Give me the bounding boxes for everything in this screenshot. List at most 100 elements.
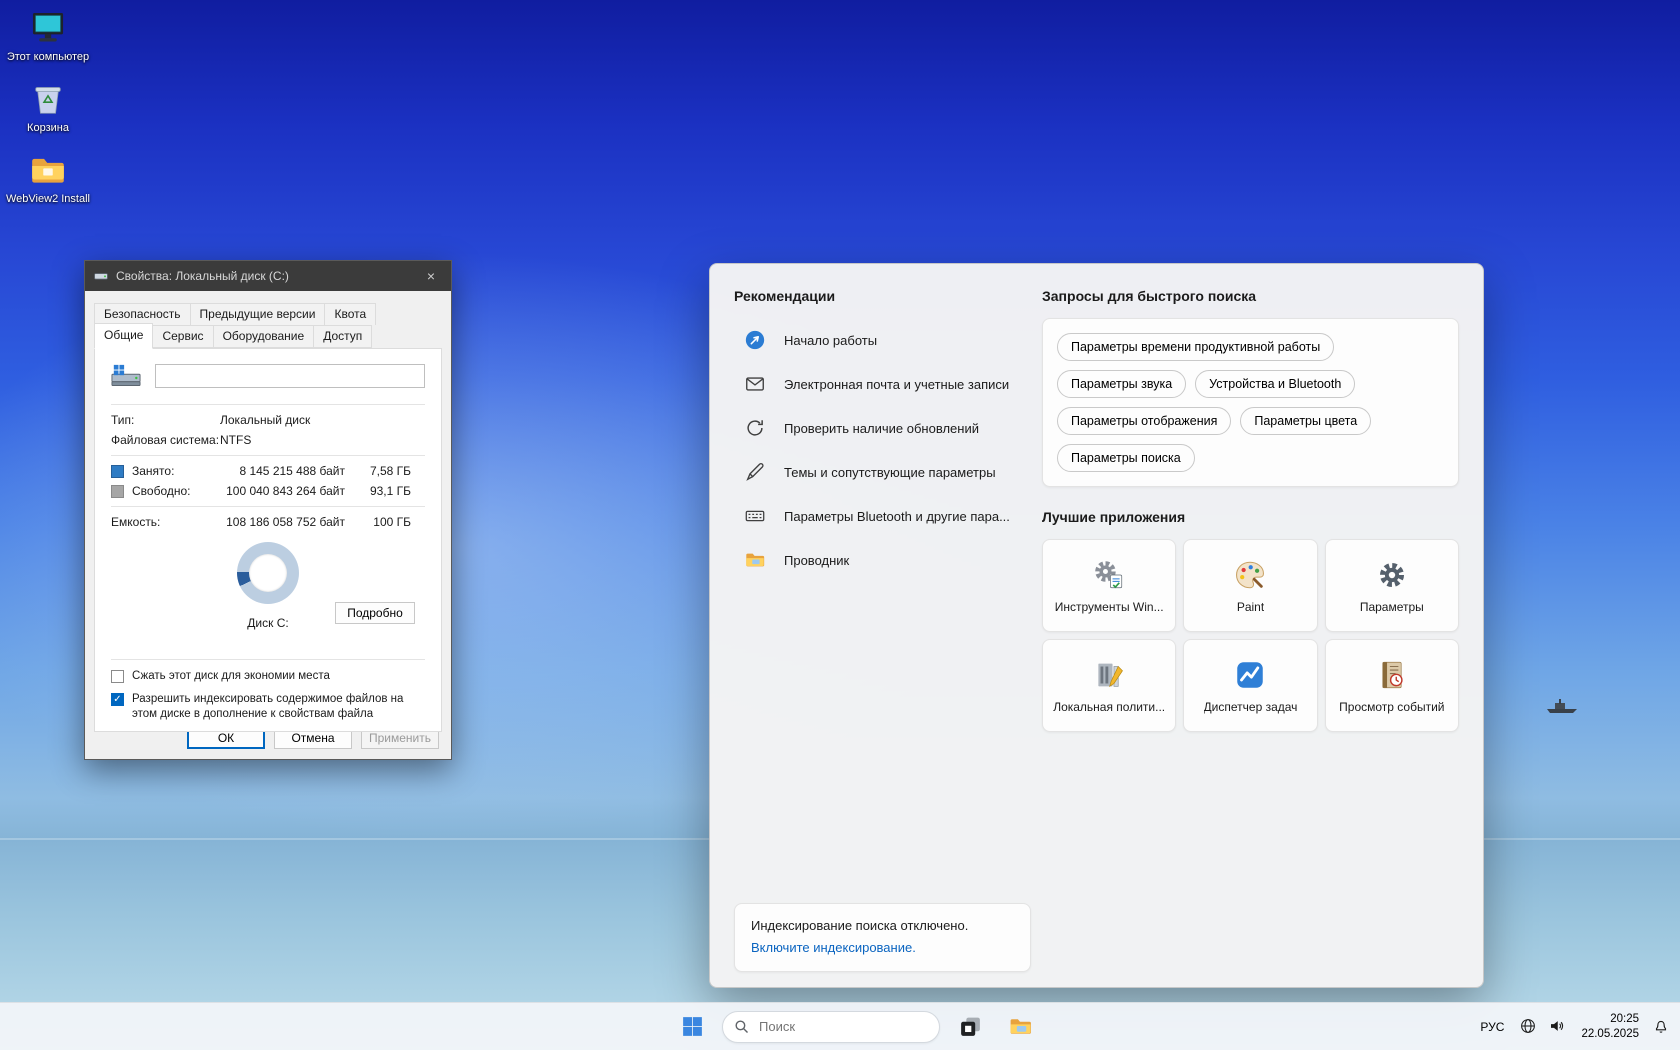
disk-properties-dialog: Свойства: Локальный диск (C:) × Безопасн… [84,260,452,760]
free-bytes: 100 040 843 264 байт [220,484,345,498]
rec-item-check-updates[interactable]: Проверить наличие обновлений [734,406,1030,450]
mail-icon [744,373,766,395]
explorer-icon [744,549,766,571]
compress-checkbox[interactable] [111,670,124,683]
volume-icon[interactable] [1548,1017,1568,1037]
tab-general[interactable]: Общие [94,323,153,349]
quick-search-pill[interactable]: Параметры отображения [1057,407,1231,435]
devices-icon [744,505,766,527]
rec-item-themes[interactable]: Темы и сопутствующие параметры [734,450,1030,494]
dialog-titlebar[interactable]: Свойства: Локальный диск (C:) × [85,261,451,291]
rec-item-label: Темы и сопутствующие параметры [784,465,996,480]
details-button[interactable]: Подробно [335,602,415,624]
notification-bell-icon[interactable] [1652,1017,1672,1037]
app-label: Инструменты Win... [1055,600,1164,614]
top-apps-grid: Инструменты Win... Paint Параметры [1042,539,1459,732]
tab-security[interactable]: Безопасность [94,303,191,325]
rec-item-getting-started[interactable]: Начало работы [734,318,1030,362]
desktop-icon-label: WebView2 Install [6,193,90,207]
getting-started-icon [744,329,766,351]
separator [111,506,425,507]
app-label: Paint [1237,600,1264,614]
rec-item-explorer[interactable]: Проводник [734,538,1030,582]
enable-indexing-link[interactable]: Включите индексирование. [751,940,916,955]
index-checkbox[interactable] [111,693,124,706]
desktop-icons: Этот компьютер Корзина WebView2 Install [6,8,90,206]
drive-icon [93,268,109,284]
app-local-policy[interactable]: Локальная полити... [1042,639,1176,732]
desktop-icon-this-pc[interactable]: Этот компьютер [6,8,90,65]
rec-item-label: Проверить наличие обновлений [784,421,979,436]
app-label: Просмотр событий [1339,700,1444,714]
tab-previous-versions[interactable]: Предыдущие версии [190,303,326,325]
volume-label-input[interactable] [155,364,425,388]
language-indicator[interactable]: РУС [1474,1016,1510,1038]
app-task-manager[interactable]: Диспетчер задач [1183,639,1317,732]
search-icon [733,1018,750,1035]
themes-icon [744,461,766,483]
desktop-icon-webview2[interactable]: WebView2 Install [6,150,90,207]
file-explorer-button[interactable] [1000,1007,1040,1047]
separator [111,404,425,405]
filesystem-label: Файловая система: [111,433,220,447]
rec-item-bluetooth-devices[interactable]: Параметры Bluetooth и другие пара... [734,494,1030,538]
compress-disk-option[interactable]: Сжать этот диск для экономии места [111,665,425,688]
taskbar-tray: РУС 20:25 22.05.2025 [1474,1010,1672,1044]
taskbar-center-group [672,1007,1040,1047]
windows-logo-icon [680,1014,705,1039]
volume-drive-icon [111,363,141,389]
index-contents-option[interactable]: Разрешить индексировать содержимое файло… [111,688,425,726]
desktop-icon-label: Корзина [27,122,69,136]
clock[interactable]: 20:25 22.05.2025 [1577,1010,1643,1044]
rec-item-email-accounts[interactable]: Электронная почта и учетные записи [734,362,1030,406]
network-icon[interactable] [1519,1017,1539,1037]
task-view-button[interactable] [950,1007,990,1047]
recycle-bin-icon [27,79,69,119]
windows-tools-icon [1092,558,1126,592]
free-legend-swatch [111,485,124,498]
update-icon [744,417,766,439]
taskbar: РУС 20:25 22.05.2025 [0,1002,1680,1050]
quick-search-pill[interactable]: Устройства и Bluetooth [1195,370,1355,398]
tab-strip: Безопасность Предыдущие версии Квота Общ… [85,291,451,348]
tab-hardware[interactable]: Оборудование [213,325,315,348]
type-label: Тип: [111,413,220,427]
tab-sharing[interactable]: Доступ [313,325,372,348]
taskbar-search-box[interactable] [722,1011,940,1043]
date: 22.05.2025 [1581,1027,1639,1042]
task-manager-icon [1233,658,1267,692]
quick-search-pill[interactable]: Параметры цвета [1240,407,1371,435]
taskbar-search-input[interactable] [722,1011,940,1043]
used-space-row: Занято: 8 145 215 488 байт 7,58 ГБ [111,461,425,481]
recommendations-section: Рекомендации Начало работы Электронная п… [734,288,1030,732]
rec-item-label: Параметры Bluetooth и другие пара... [784,509,1010,524]
separator [111,455,425,456]
app-settings[interactable]: Параметры [1325,539,1459,632]
app-event-viewer[interactable]: Просмотр событий [1325,639,1459,732]
capacity-size: 100 ГБ [345,515,411,529]
rec-item-label: Электронная почта и учетные записи [784,377,1009,392]
tab-quota[interactable]: Квота [324,303,376,325]
general-tab-page: Тип: Локальный диск Файловая система: NT… [94,348,442,732]
app-paint[interactable]: Paint [1183,539,1317,632]
app-windows-tools[interactable]: Инструменты Win... [1042,539,1176,632]
quick-search-pill[interactable]: Параметры поиска [1057,444,1195,472]
index-checkbox-label: Разрешить индексировать содержимое файло… [132,692,425,722]
filesystem-row: Файловая система: NTFS [111,430,425,450]
desktop-icon-recycle-bin[interactable]: Корзина [6,79,90,136]
used-label: Занято: [132,464,220,478]
tab-tools[interactable]: Сервис [152,325,213,348]
used-size: 7,58 ГБ [345,464,411,478]
rec-item-label: Проводник [784,553,849,568]
quick-search-pill[interactable]: Параметры звука [1057,370,1186,398]
capacity-bytes: 108 186 058 752 байт [220,515,345,529]
type-row: Тип: Локальный диск [111,410,425,430]
start-button[interactable] [672,1007,712,1047]
close-icon[interactable]: × [417,264,445,288]
computer-icon [27,8,69,48]
used-legend-swatch [111,465,124,478]
search-panel: Рекомендации Начало работы Электронная п… [709,263,1484,988]
quick-search-pill[interactable]: Параметры времени продуктивной работы [1057,333,1334,361]
ship-silhouette [1545,698,1579,714]
task-view-icon [958,1014,983,1039]
